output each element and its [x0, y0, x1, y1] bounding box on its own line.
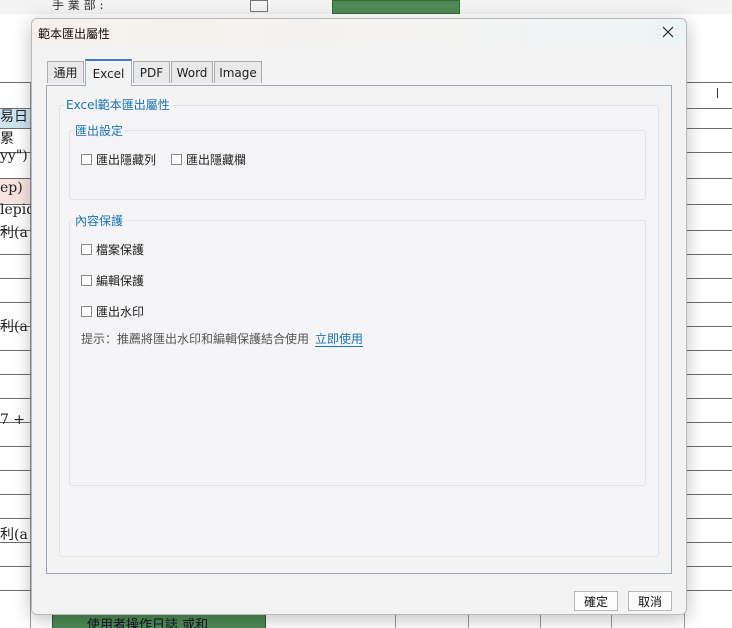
edit-protection-checkbox[interactable]: 編輯保護	[81, 272, 144, 289]
excel-tab-panel: Excel範本匯出屬性 匯出設定 匯出隱藏列 匯出隱藏欄 內容保護 檔案保護 編…	[46, 85, 672, 574]
bg-cell: 利(a	[0, 527, 28, 543]
bg-cell: lepid	[0, 202, 36, 218]
checkbox-box[interactable]	[81, 306, 92, 317]
content-protection-title: 內容保護	[73, 212, 126, 229]
export-watermark-checkbox[interactable]: 匯出水印	[81, 303, 144, 320]
file-protection-checkbox[interactable]: 檔案保護	[81, 241, 144, 258]
protection-hint-text: 提示：推薦將匯出水印和編輯保護結合使用	[81, 332, 310, 346]
tab-image[interactable]: Image	[214, 61, 262, 83]
checkbox-box[interactable]	[171, 154, 182, 165]
excel-properties-title: Excel範本匯出屬性	[64, 96, 172, 113]
bg-cell: yy")	[0, 148, 28, 164]
text-cursor	[717, 88, 718, 98]
content-protection-group	[69, 220, 646, 486]
export-properties-dialog: 範本匯出屬性 通用 Excel PDF Word Image Excel範本匯出…	[31, 18, 687, 615]
background-toolbar: 手 業 部 :	[0, 0, 732, 14]
tab-excel[interactable]: Excel	[85, 59, 132, 86]
toolbar-green-block	[332, 0, 460, 14]
dialog-title: 範本匯出屬性	[38, 27, 111, 41]
toolbar-doc-icon	[250, 0, 268, 12]
bg-green-cell-text: 使用者操作日誌 或和	[87, 618, 209, 628]
tab-word[interactable]: Word	[171, 61, 213, 83]
export-hidden-rows-checkbox[interactable]: 匯出隱藏列	[81, 151, 156, 168]
bg-cell: 累	[0, 131, 14, 147]
bg-cell: 利(a	[0, 225, 28, 241]
ok-button[interactable]: 確定	[574, 591, 618, 611]
protection-hint: 提示：推薦將匯出水印和編輯保護結合使用 立即使用	[81, 330, 364, 347]
checkbox-box[interactable]	[81, 244, 92, 255]
export-hidden-columns-checkbox[interactable]: 匯出隱藏欄	[171, 151, 246, 168]
background-toolbar-label: 手 業 部 :	[52, 0, 104, 12]
tab-pdf[interactable]: PDF	[133, 61, 170, 83]
dialog-titlebar: 範本匯出屬性	[32, 19, 686, 45]
tab-general[interactable]: 通用	[47, 61, 84, 83]
bg-cell: ep)	[0, 180, 23, 196]
use-now-link[interactable]: 立即使用	[315, 332, 364, 347]
export-settings-title: 匯出設定	[73, 122, 126, 139]
cancel-button[interactable]: 取消	[628, 591, 672, 611]
close-icon	[662, 26, 674, 38]
checkbox-box[interactable]	[81, 275, 92, 286]
checkbox-box[interactable]	[81, 154, 92, 165]
close-button[interactable]	[656, 21, 680, 43]
bg-cell: 利(a	[0, 319, 28, 335]
